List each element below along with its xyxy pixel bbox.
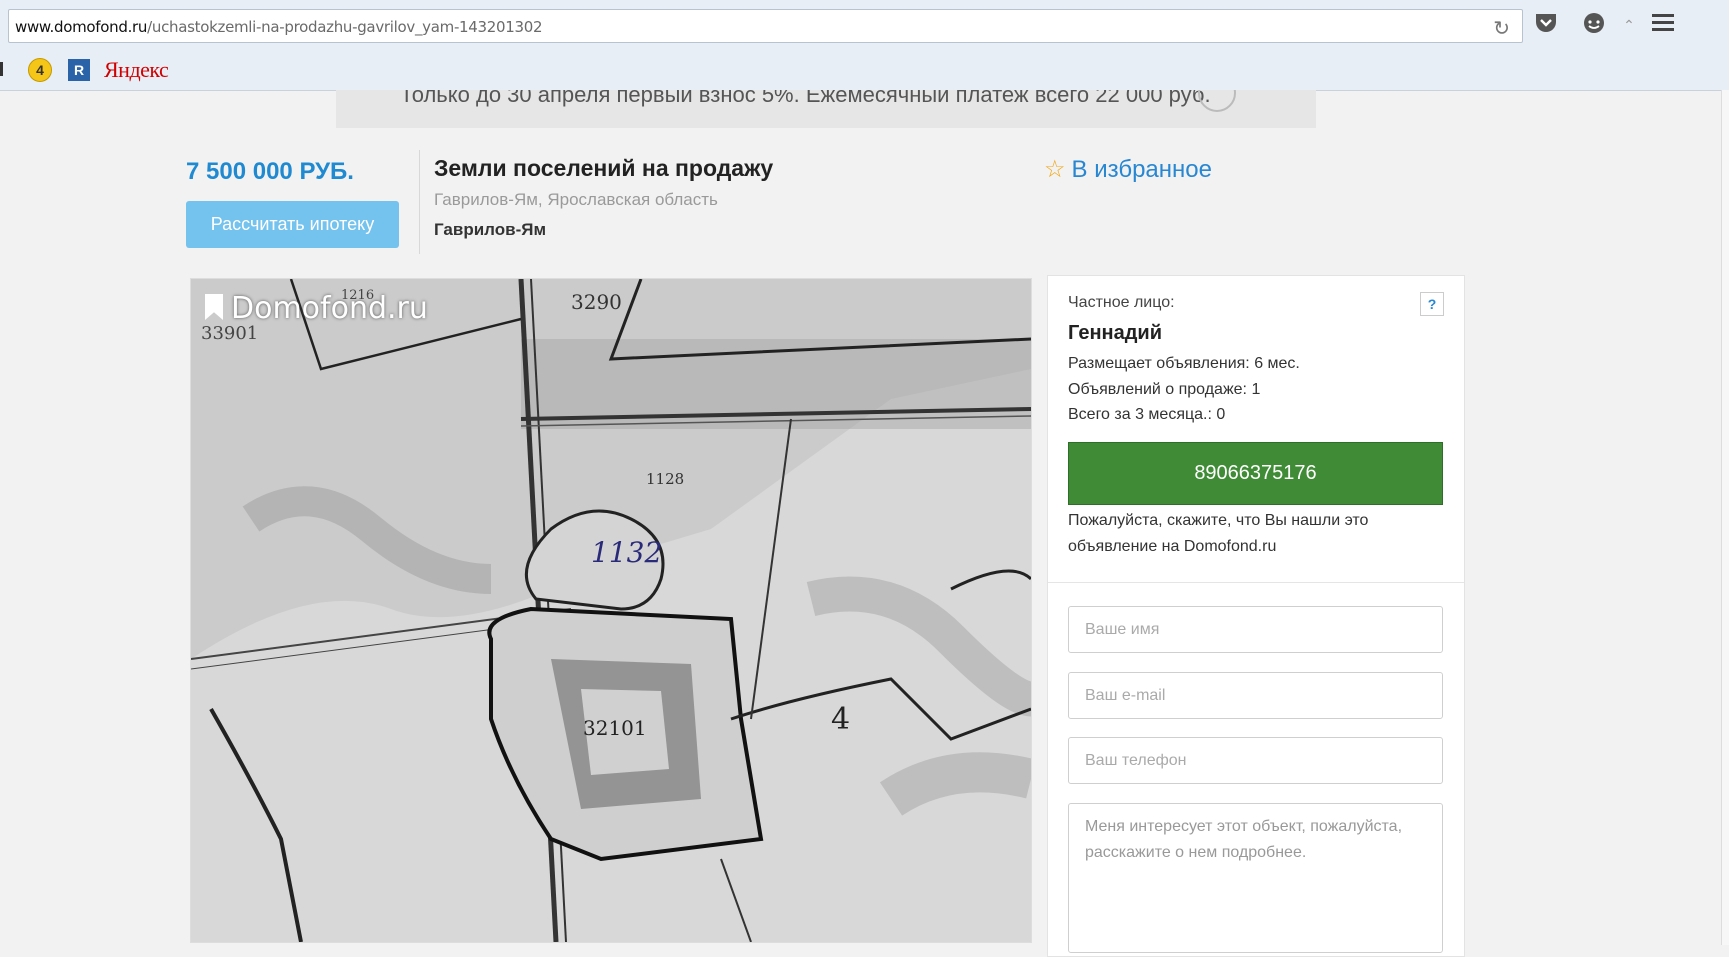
banner-close-icon[interactable] (1198, 90, 1236, 112)
bookmark-flag-icon (205, 294, 223, 320)
address-bar[interactable]: www.domofond.ru/uchastokzemli-na-prodazh… (8, 9, 1523, 43)
chat-icon[interactable] (1581, 12, 1607, 38)
map-label: 3290 (571, 290, 622, 314)
map-label: 1128 (646, 470, 684, 488)
page-title: Земли поселений на продажу (434, 155, 774, 181)
seller-name: Геннадий (1068, 322, 1163, 344)
star-icon: ☆ (1044, 156, 1066, 183)
listing-photo[interactable]: 33901 1216 3290 1128 1132 32101 4 Domofo… (190, 278, 1032, 943)
pocket-icon[interactable] (1533, 12, 1559, 38)
map-label: 32101 (583, 716, 647, 740)
show-phone-button[interactable]: 89066375176 (1068, 442, 1443, 505)
reload-icon[interactable]: ↻ (1493, 16, 1510, 41)
divider (419, 150, 420, 254)
bookmark-separator (0, 62, 3, 76)
seller-stat: Размещает объявления: 6 мес. (1068, 355, 1300, 372)
bookmarks-bar: 4 R Яндекс (0, 52, 400, 88)
seller-panel: Частное лицо: ? Геннадий Размещает объяв… (1047, 275, 1465, 957)
banner-text: Только до 30 апреля первый взнос 5%. Еже… (400, 90, 1211, 107)
help-icon[interactable]: ? (1420, 292, 1444, 316)
bookmark-yandex[interactable]: Яндекс (104, 57, 169, 83)
map-label: 1132 (591, 536, 662, 569)
seller-stat: Объявлений о продаже: 1 (1068, 381, 1261, 398)
email-field[interactable] (1068, 672, 1443, 719)
price: 7 500 000 РУБ. (186, 158, 354, 185)
city-text: Гаврилов-Ям (434, 220, 547, 239)
favorite-label: В избранное (1071, 156, 1212, 183)
watermark-logo: Domofond.ru (205, 291, 428, 326)
message-field[interactable] (1068, 803, 1443, 953)
phone-field[interactable] (1068, 737, 1443, 784)
page-scrollbar[interactable] (1721, 90, 1729, 945)
url-text: www.domofond.ru/uchastokzemli-na-prodazh… (15, 18, 543, 36)
divider (1048, 582, 1464, 583)
name-field[interactable] (1068, 606, 1443, 653)
bookmark-square-icon[interactable]: R (68, 59, 90, 81)
seller-type-label: Частное лицо: (1068, 294, 1175, 311)
seller-stat: Всего за 3 месяца.: 0 (1068, 406, 1226, 423)
mail-badge-icon[interactable]: 4 (28, 58, 52, 82)
chevron-up-icon[interactable]: ⌃ (1616, 12, 1642, 38)
contact-note: Пожалуйста, скажите, что Вы нашли это об… (1068, 512, 1369, 555)
promo-banner[interactable]: Только до 30 апреля первый взнос 5%. Еже… (336, 90, 1316, 128)
location-text: Гаврилов-Ям, Ярославская область (434, 190, 718, 209)
mortgage-calc-button[interactable]: Рассчитать ипотеку (186, 201, 399, 248)
favorite-link[interactable]: ☆ В избранное (1044, 155, 1212, 184)
menu-icon[interactable] (1650, 12, 1676, 38)
cadastral-map-image: 33901 1216 3290 1128 1132 32101 4 (191, 279, 1031, 942)
map-label: 33901 (201, 323, 258, 344)
browser-toolbar: www.domofond.ru/uchastokzemli-na-prodazh… (0, 0, 1729, 91)
map-label: 4 (831, 702, 850, 737)
